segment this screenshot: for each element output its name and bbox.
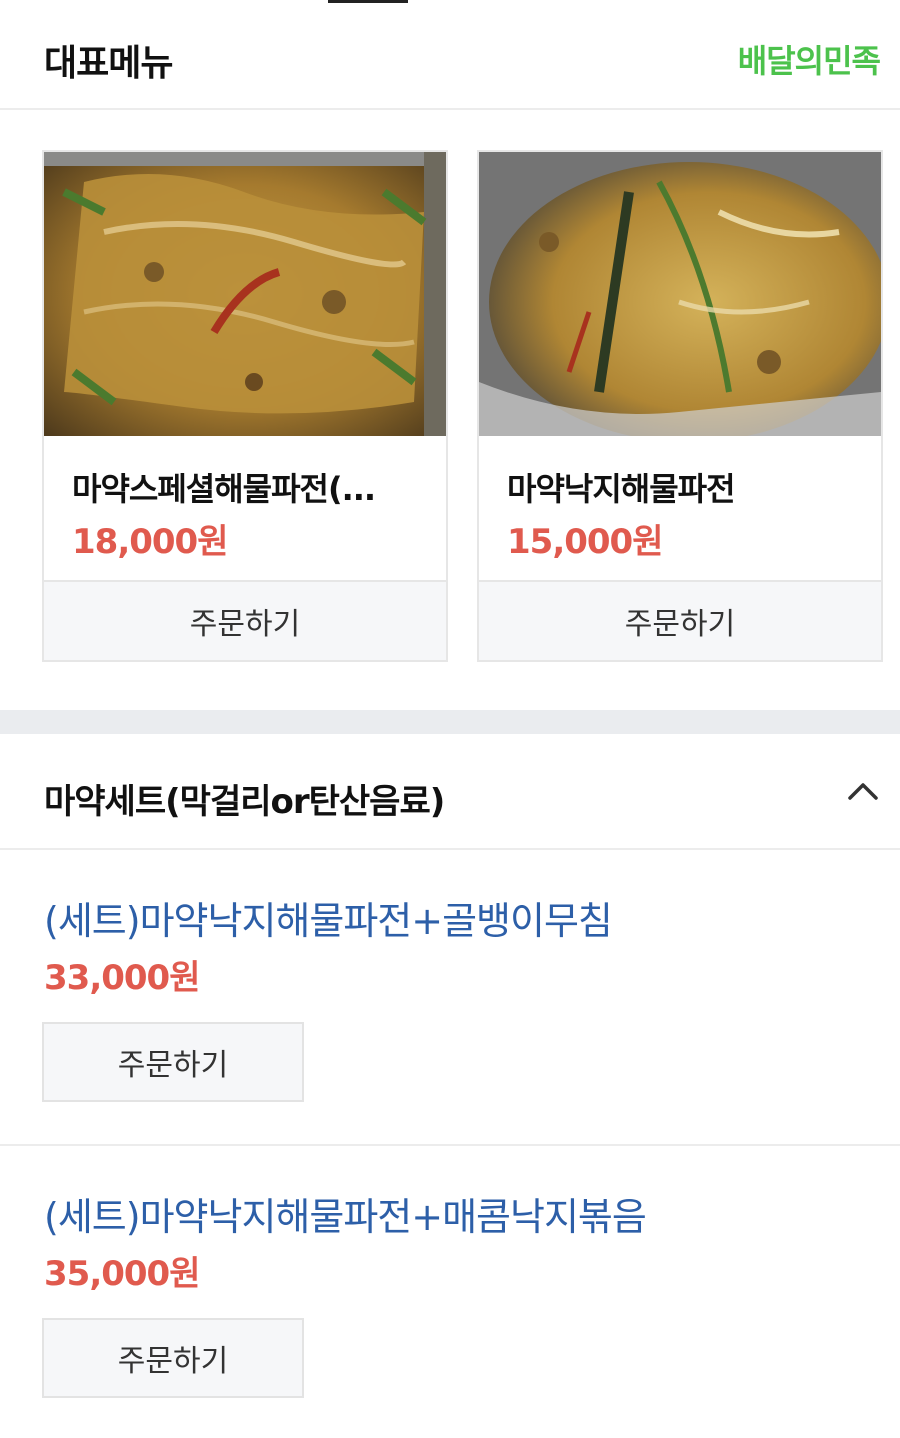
seafood-pancake-photo[interactable] — [479, 152, 881, 436]
order-button[interactable]: 주문하기 — [44, 580, 446, 660]
featured-menu-price: 18,000원 — [72, 522, 228, 562]
section-divider — [0, 710, 900, 734]
featured-menu-name[interactable]: 마약낙지해물파전 — [507, 464, 857, 510]
order-button[interactable]: 주문하기 — [42, 1022, 304, 1102]
order-button[interactable]: 주문하기 — [479, 580, 881, 660]
featured-menu-card[interactable]: 마약스페셜해물파전(... 18,000원 주문하기 — [42, 150, 448, 662]
order-button[interactable]: 주문하기 — [42, 1318, 304, 1398]
featured-menu-title: 대표메뉴 — [44, 43, 173, 84]
set-menu-item[interactable]: (세트)마약낙지해물파전+골뱅이무침 33,000원 주문하기 — [0, 852, 900, 1146]
set-section-title: 마약세트(막걸리or탄산음료) — [44, 782, 445, 822]
featured-menu-card[interactable]: 마약낙지해물파전 15,000원 주문하기 — [477, 150, 883, 662]
featured-menu-price: 15,000원 — [507, 522, 663, 562]
set-menu-name[interactable]: (세트)마약낙지해물파전+골뱅이무침 — [44, 890, 613, 945]
featured-menu-header: 대표메뉴 배달의민족 — [0, 0, 900, 110]
set-menu-price: 35,000원 — [44, 1254, 200, 1294]
set-section-header[interactable]: 마약세트(막걸리or탄산음료) — [0, 734, 900, 850]
set-menu-price: 33,000원 — [44, 958, 200, 998]
set-menu-item[interactable]: (세트)마약낙지해물파전+매콤낙지볶음 35,000원 주문하기 — [0, 1148, 900, 1438]
chevron-up-icon[interactable] — [846, 778, 880, 802]
featured-menu-name[interactable]: 마약스페셜해물파전(... — [72, 464, 422, 510]
brand-logo-text[interactable]: 배달의민족 — [738, 36, 881, 82]
seafood-pancake-photo[interactable] — [44, 152, 446, 436]
set-menu-name[interactable]: (세트)마약낙지해물파전+매콤낙지볶음 — [44, 1186, 647, 1241]
